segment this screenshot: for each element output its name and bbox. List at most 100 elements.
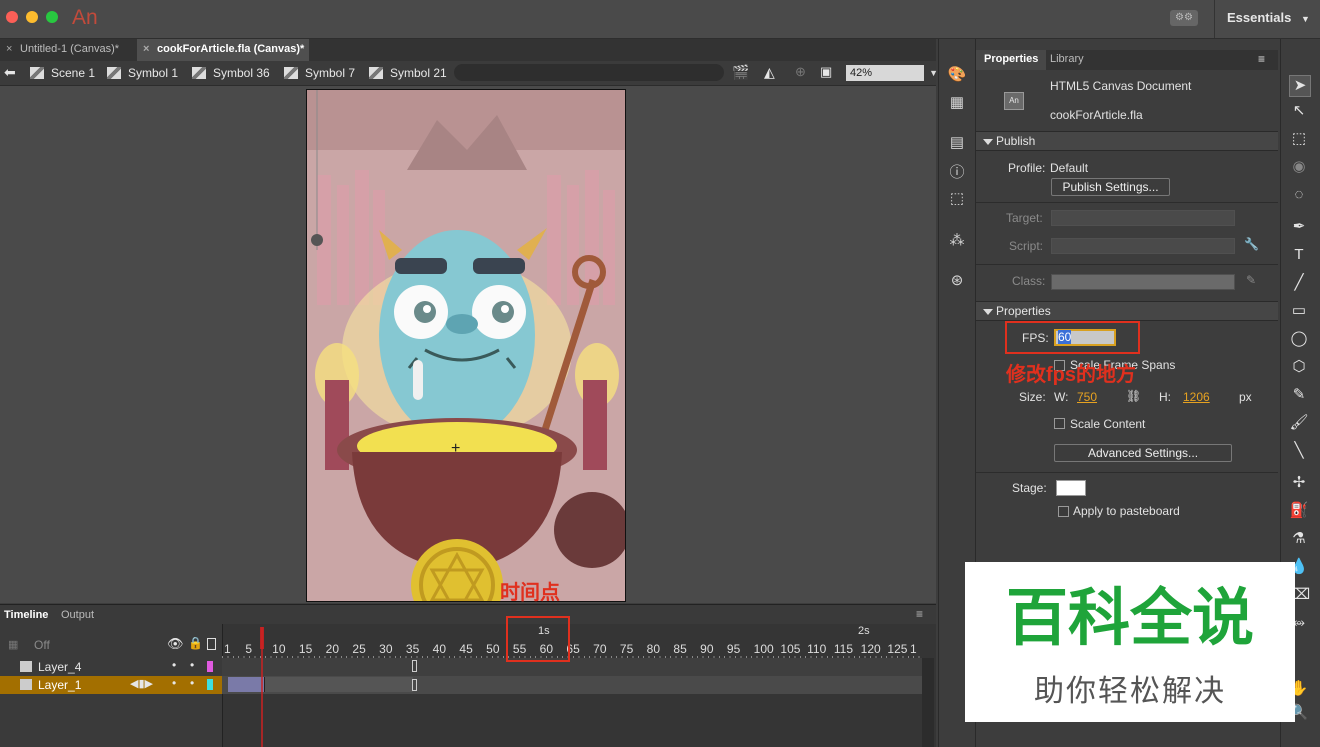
size-label: Size: [1019,390,1046,404]
info-icon[interactable]: ⓘ [947,161,967,181]
panel-menu-icon[interactable]: ≡ [916,607,923,621]
maximize-window-button[interactable] [46,11,58,23]
bone-tool-icon[interactable]: ✢ [1289,473,1309,493]
paint-bucket-tool-icon[interactable]: ⛽ [1289,501,1309,521]
annotation-fps-note: 修改fps的地方 [1006,364,1136,386]
oval-tool-icon[interactable]: ◯ [1289,329,1309,349]
stage-color-swatch[interactable] [1056,480,1086,496]
lock-icon[interactable]: 🔒 [188,636,203,650]
eye-icon[interactable]: 👁 [167,636,184,652]
pen-tool-icon[interactable]: ✒ [1289,217,1309,237]
breadcrumb-scene[interactable]: Scene 1 [30,61,95,85]
pencil-tool-icon[interactable]: ✎ [1289,385,1309,405]
outline-icon[interactable] [207,638,216,650]
polystar-tool-icon[interactable]: ⬡ [1289,357,1309,377]
document-type: HTML5 Canvas Document [1050,79,1192,93]
back-arrow-icon[interactable]: ⬅ [4,64,16,81]
section-publish[interactable]: Publish [976,131,1278,151]
apply-to-pasteboard-label: Apply to pasteboard [1073,504,1180,518]
clip-content-icon[interactable]: ▣ [820,64,832,80]
divider [976,472,1278,473]
lock-dot[interactable]: • [190,658,194,672]
divider [976,264,1278,265]
transform-icon[interactable]: ⬚ [947,189,967,207]
tab-timeline[interactable]: Timeline [0,605,52,625]
line-tool-icon[interactable]: ╱ [1289,273,1309,293]
registration-point-icon: + [451,440,461,457]
script-select[interactable] [1051,238,1235,254]
tab-untitled[interactable]: × Untitled-1 (Canvas)* [0,39,136,61]
layer-color-swatch[interactable] [207,661,213,672]
color-palette-icon[interactable]: 🎨 [947,65,967,83]
frame-row-layer4[interactable] [222,658,922,676]
tab-library[interactable]: Library [1042,50,1092,70]
layer-row-layer4[interactable]: Layer_4 • • [0,658,222,676]
close-window-button[interactable] [6,11,18,23]
zoom-select[interactable]: 42% ▼ [846,65,938,81]
tab-output[interactable]: Output [57,605,98,625]
cc-libraries-icon[interactable]: ⊛ [947,271,967,289]
timeline-scrollbar[interactable] [922,658,934,747]
ink-bottle-tool-icon[interactable]: ⚗ [1289,529,1309,549]
text-tool-icon[interactable]: T [1289,245,1309,265]
grid-swatches-icon[interactable]: ▦ [947,93,967,111]
app-logo: An [72,6,98,29]
tab-properties[interactable]: Properties [976,50,1047,70]
panel-menu-icon[interactable]: ≡ [1258,52,1265,66]
lock-dot[interactable]: • [190,676,194,690]
ruler-second-label: 2s [858,625,870,637]
breadcrumb-symbol-7[interactable]: Symbol 7 [284,61,355,85]
close-icon[interactable]: × [6,39,12,60]
rectangle-tool-icon[interactable]: ▭ [1289,301,1309,321]
width-value[interactable]: 750 [1077,390,1097,404]
edit-symbols-icon[interactable]: ◭ [764,64,775,81]
title-bar: An ⚙⚙ Essentials ▼ [0,0,1320,39]
height-value[interactable]: 1206 [1183,390,1210,404]
frame-span[interactable] [264,677,413,692]
advanced-settings-button[interactable]: Advanced Settings... [1054,444,1232,462]
motion-tween-span[interactable] [228,677,264,692]
sync-settings-icon[interactable]: ⚙⚙ [1170,10,1198,26]
link-icon[interactable]: ⛓ [1126,389,1141,403]
publish-settings-button[interactable]: Publish Settings... [1051,178,1170,196]
wrench-icon[interactable]: 🔧 [1244,237,1259,251]
size-unit: px [1239,390,1252,404]
ruler-frame-label: 115 [833,642,854,656]
subselection-tool-icon[interactable]: ↖ [1289,101,1309,121]
free-transform-tool-icon[interactable]: ⬚ [1289,129,1309,149]
lasso-tool-icon[interactable]: ◌ [1289,185,1309,205]
onion-skin-icon[interactable]: ▦ [8,638,18,651]
scale-content-checkbox[interactable] [1054,418,1065,429]
layer-row-layer1[interactable]: Layer_1 ◀▮▶ • • [0,676,222,694]
class-label: Class: [1012,274,1046,288]
breadcrumb-symbol-21[interactable]: Symbol 21 [369,61,447,85]
visibility-dot[interactable]: • [172,658,176,672]
visibility-dot[interactable]: • [172,676,176,690]
apply-to-pasteboard-checkbox[interactable] [1058,506,1069,517]
ruler-frame-label: 105 [780,642,801,656]
layer-icon [20,661,32,672]
brush-tool-icon[interactable]: 🖌 [1289,413,1309,433]
class-field[interactable] [1051,274,1235,290]
layer-color-swatch[interactable] [207,679,213,690]
workspace-switcher[interactable]: Essentials ▼ [1214,0,1320,38]
frame-ruler[interactable]: 1s 2s 1 5 10 15 20 25 30 35 40 45 50 55 60 65 70 75 80 85… [222,624,922,658]
pencil-icon[interactable]: ✎ [1246,273,1256,287]
minimize-window-button[interactable] [26,11,38,23]
3d-rotation-tool-icon[interactable]: ◉ [1289,157,1309,177]
section-properties[interactable]: Properties [976,301,1278,321]
tab-cookforarticle[interactable]: × cookForArticle.fla (Canvas)* [137,39,309,61]
stage-canvas[interactable] [306,89,626,602]
edit-scene-icon[interactable]: 🎬 [732,64,749,81]
breadcrumb-symbol-36[interactable]: Symbol 36 [192,61,270,85]
breadcrumb-symbol-1[interactable]: Symbol 1 [107,61,178,85]
target-select[interactable] [1051,210,1235,226]
close-icon[interactable]: × [143,39,149,60]
layer-nav-icon[interactable]: ◀▮▶ [130,677,153,690]
align-icon[interactable]: ▤ [947,133,967,151]
playhead[interactable] [260,627,264,747]
center-stage-icon[interactable]: ⊕ [795,64,806,80]
selection-tool-icon[interactable]: ➤ [1289,75,1311,97]
components-icon[interactable]: ⁂ [947,231,967,249]
paint-brush-tool-icon[interactable]: ╲ [1289,441,1309,461]
